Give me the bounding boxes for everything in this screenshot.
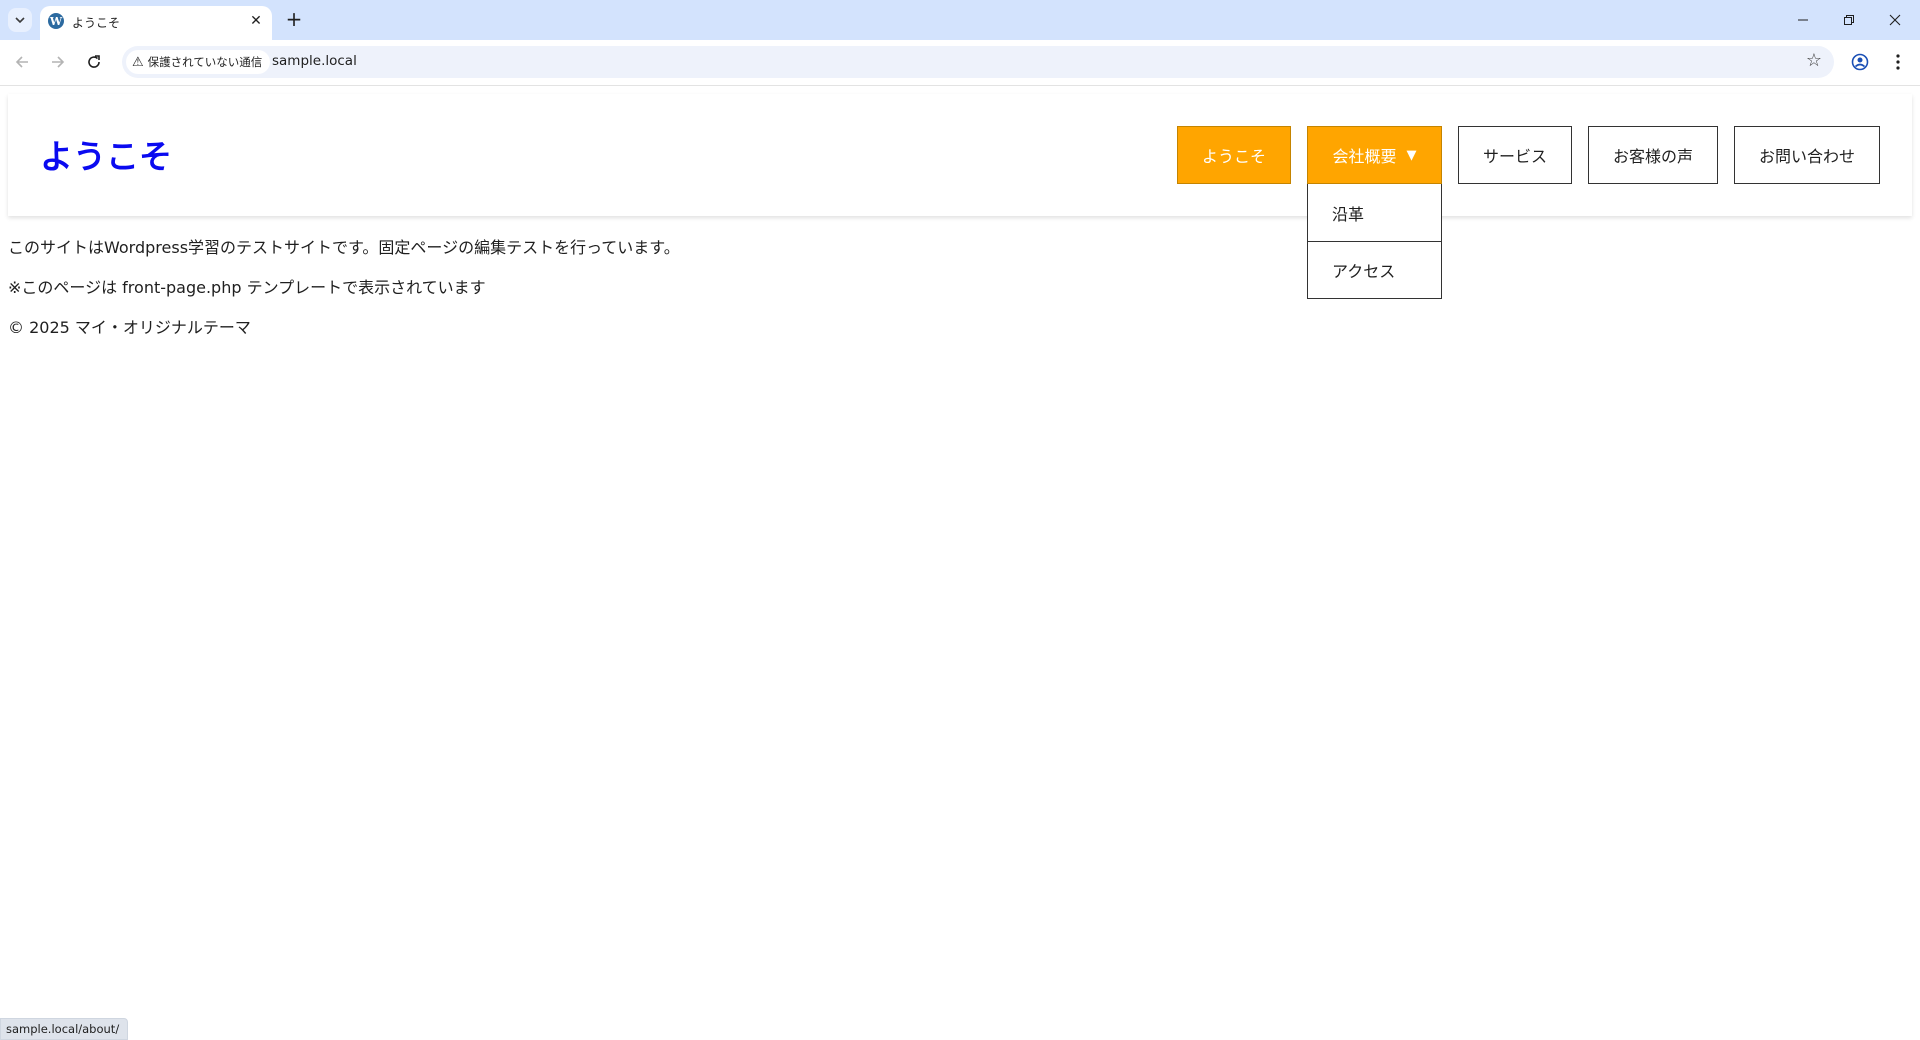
tab-title: ようこそ	[72, 16, 121, 30]
new-tab-icon[interactable]: +	[282, 8, 306, 32]
security-label: 保護されていない通信	[147, 55, 263, 69]
security-chip[interactable]: ⚠ 保護されていない通信	[126, 50, 271, 74]
forward-icon[interactable]	[44, 48, 72, 76]
minimize-icon[interactable]	[1780, 0, 1826, 40]
link-status-bar: sample.local/about/	[0, 1018, 129, 1040]
browser-toolbar: ⚠ 保護されていない通信 sample.local ☆	[0, 40, 1920, 86]
site-title[interactable]: ようこそ	[40, 130, 172, 178]
tab-close-icon[interactable]: ✕	[248, 13, 264, 29]
nav-item-label: ようこそ	[1201, 147, 1266, 166]
close-window-icon[interactable]	[1872, 0, 1918, 40]
bookmark-star-icon[interactable]: ☆	[1806, 50, 1822, 71]
nav-item-label: お客様の声	[1612, 147, 1693, 166]
nav-item-testimonials[interactable]: お客様の声	[1588, 126, 1718, 184]
nav-item-services[interactable]: サービス	[1458, 126, 1572, 184]
nav-item-label: サービス	[1482, 147, 1547, 166]
nav-item-welcome[interactable]: ようこそ	[1177, 126, 1291, 184]
menu-kebab-icon[interactable]	[1886, 50, 1910, 74]
wordpress-icon: W	[48, 13, 64, 29]
profile-icon[interactable]	[1848, 50, 1872, 74]
site-header: ようこそ ようこそ 会社概要 ▼ サービス お客様の声 お問い合わせ	[8, 94, 1912, 216]
address-bar[interactable]: ⚠ 保護されていない通信 sample.local ☆	[122, 46, 1834, 78]
nav-item-contact[interactable]: お問い合わせ	[1734, 126, 1880, 184]
warning-icon: ⚠	[132, 54, 144, 70]
restore-icon[interactable]	[1826, 0, 1872, 40]
nav-item-label: 会社概要	[1332, 147, 1397, 166]
url-text[interactable]: sample.local	[272, 53, 357, 69]
back-icon[interactable]	[8, 48, 36, 76]
tab-strip: W ようこそ ✕ +	[0, 0, 1920, 40]
submenu-item-label: アクセス	[1332, 262, 1396, 281]
browser-tab[interactable]: W ようこそ ✕	[40, 6, 272, 40]
submenu-item-history[interactable]: 沿革	[1308, 184, 1441, 241]
nav-item-label: お問い合わせ	[1758, 147, 1855, 166]
intro-paragraph: このサイトはWordpress学習のテストサイトです。固定ページの編集テストを行…	[8, 238, 680, 257]
dropdown-arrow-icon: ▼	[1406, 147, 1417, 163]
template-note: ※このページは front-page.php テンプレートで表示されています	[8, 278, 486, 297]
footer-copyright: © 2025 マイ・オリジナルテーマ	[8, 318, 251, 337]
reload-icon[interactable]	[80, 48, 108, 76]
submenu-item-label: 沿革	[1332, 204, 1365, 224]
submenu-item-access[interactable]: アクセス	[1308, 241, 1441, 298]
nav-item-company[interactable]: 会社概要 ▼	[1307, 126, 1442, 184]
tab-search-chevron-icon[interactable]	[8, 8, 32, 32]
company-submenu: 沿革 アクセス	[1307, 184, 1442, 299]
